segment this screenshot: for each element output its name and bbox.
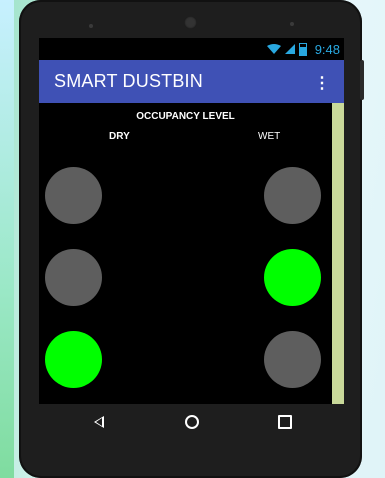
recents-icon[interactable]	[278, 415, 292, 429]
earpiece-speaker	[184, 16, 197, 29]
app-title: SMART DUSTBIN	[54, 71, 203, 91]
occupancy-panel: OCCUPANCY LEVEL DRY WET	[39, 103, 332, 404]
status-time: 9:48	[314, 41, 340, 57]
app-bar: SMART DUSTBIN ⋮	[39, 60, 344, 103]
more-vert-icon[interactable]: ⋮	[314, 73, 330, 93]
dry-label: DRY	[109, 131, 130, 142]
back-icon[interactable]	[94, 416, 104, 428]
signal-icon	[284, 44, 295, 54]
wet-level-indicator-top	[264, 167, 321, 224]
wet-level-indicator-middle	[264, 249, 321, 306]
wet-label: WET	[258, 131, 281, 142]
wet-level-indicator-bottom	[264, 331, 321, 388]
battery-icon	[298, 42, 307, 56]
status-icons: 9:48	[266, 41, 340, 57]
occupancy-title: OCCUPANCY LEVEL	[136, 111, 235, 122]
navigation-bar	[39, 404, 344, 439]
sensor-dot	[290, 22, 294, 26]
status-bar: 9:48	[39, 38, 344, 60]
phone-screen: 9:48 SMART DUSTBIN ⋮ OCCUPANCY LEVEL DRY…	[39, 38, 344, 439]
dry-level-indicator-middle	[45, 249, 102, 306]
dry-level-indicator-bottom	[45, 331, 102, 388]
background-strip	[0, 0, 14, 478]
sensor-dot	[89, 24, 93, 28]
scrollbar[interactable]	[332, 103, 344, 404]
side-button	[360, 60, 364, 100]
home-icon[interactable]	[185, 415, 199, 429]
wifi-icon	[266, 44, 281, 54]
dry-level-indicator-top	[45, 167, 102, 224]
